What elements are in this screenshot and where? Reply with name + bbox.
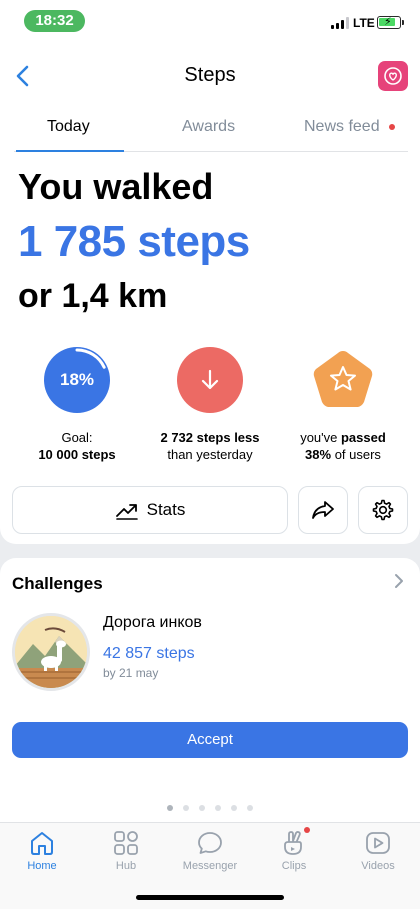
rank-percent: 38% [305, 447, 332, 462]
pagination-dot[interactable] [215, 805, 221, 811]
steps-difference: 2 732 steps less [160, 430, 260, 445]
news-feed-badge [389, 124, 395, 130]
chat-icon [198, 832, 222, 854]
pagination-dot[interactable] [231, 805, 237, 811]
comparison-stat[interactable]: 2 732 steps less than yesterday [140, 347, 280, 463]
network-label: LTE [353, 16, 375, 30]
nav-home-label: Home [27, 860, 57, 872]
video-icon [366, 832, 390, 854]
rank-badge [310, 347, 376, 413]
page-title: Steps [184, 64, 236, 86]
goal-caption: Goal: [61, 430, 93, 445]
tab-awards[interactable]: Awards [182, 118, 235, 136]
settings-button[interactable] [358, 486, 408, 534]
arrow-down-icon [201, 369, 219, 390]
tab-today[interactable]: Today [47, 118, 90, 136]
distance: or 1,4 km [18, 277, 168, 315]
gear-icon [372, 499, 394, 521]
pagination-dot[interactable] [183, 805, 189, 811]
steps-count: 1 785 steps [18, 217, 250, 266]
challenge-steps: 42 857 steps [103, 645, 195, 662]
clips-icon [284, 831, 302, 855]
nav-videos-label: Videos [361, 860, 395, 872]
comparison-circle [177, 347, 243, 413]
goal-stat[interactable]: 18% Goal: 10 000 steps [7, 347, 147, 463]
challenges-card: Challenges Дорога инков 42 857 steps by … [0, 558, 420, 822]
comparison-caption: than yesterday [167, 447, 253, 462]
challenge-image[interactable] [12, 613, 90, 691]
active-tab-indicator [16, 150, 124, 152]
accept-button[interactable]: Accept [12, 722, 408, 758]
share-button[interactable] [298, 486, 348, 534]
nav-clips-label: Clips [281, 860, 307, 872]
challenges-title: Challenges [12, 574, 103, 593]
steps-card: Steps Today Awards News feed You walked … [0, 44, 420, 544]
status-time: 18:32 [24, 10, 85, 32]
home-icon [31, 832, 53, 855]
nav-videos[interactable]: Videos [336, 829, 420, 872]
stats-button-label: Stats [146, 500, 186, 519]
challenge-name: Дорога инков [103, 614, 202, 631]
goal-progress-ring: 18% [44, 347, 110, 413]
tab-news-feed[interactable]: News feed [304, 118, 380, 136]
rank-caption-prefix: you've [300, 430, 341, 445]
tab-bar: Today Awards News feed [14, 114, 408, 152]
rank-caption-passed: passed [340, 430, 386, 445]
chevron-left-icon [16, 65, 29, 87]
stats-button[interactable]: Stats [12, 486, 288, 534]
nav-hub[interactable]: Hub [84, 829, 168, 872]
goal-percent: 18% [59, 370, 95, 389]
grid-icon [114, 831, 138, 855]
chevron-right-icon [395, 574, 403, 588]
home-indicator [136, 895, 284, 900]
nav-hub-label: Hub [115, 860, 137, 872]
trend-up-icon [115, 504, 138, 520]
nav-messenger[interactable]: Messenger [168, 829, 252, 872]
pagination-dot[interactable] [199, 805, 205, 811]
rank-caption-suffix: of users [331, 447, 381, 462]
status-bar: 18:32 LTE ⚡ [0, 0, 420, 44]
nav-messenger-label: Messenger [182, 860, 238, 872]
nav-home[interactable]: Home [0, 829, 84, 872]
nav-clips[interactable]: Clips [252, 827, 336, 872]
share-icon [312, 501, 334, 519]
rank-stat[interactable]: you've passed 38% of users [273, 347, 413, 463]
heart-icon [384, 67, 402, 85]
pagination-dot[interactable] [167, 805, 173, 811]
summary-heading: You walked [18, 166, 214, 207]
pagination-dots[interactable] [0, 805, 420, 811]
challenge-deadline: by 21 may [103, 666, 159, 680]
clips-badge [304, 827, 310, 833]
challenges-more-button[interactable] [392, 572, 406, 595]
goal-target: 10 000 steps [38, 447, 116, 462]
signal-icon [331, 17, 351, 29]
back-button[interactable] [10, 62, 38, 90]
llama-mountain-illustration [15, 616, 87, 688]
favorite-button[interactable] [378, 61, 408, 91]
battery-icon: ⚡ [377, 16, 404, 29]
star-icon [313, 351, 373, 407]
pagination-dot[interactable] [247, 805, 253, 811]
